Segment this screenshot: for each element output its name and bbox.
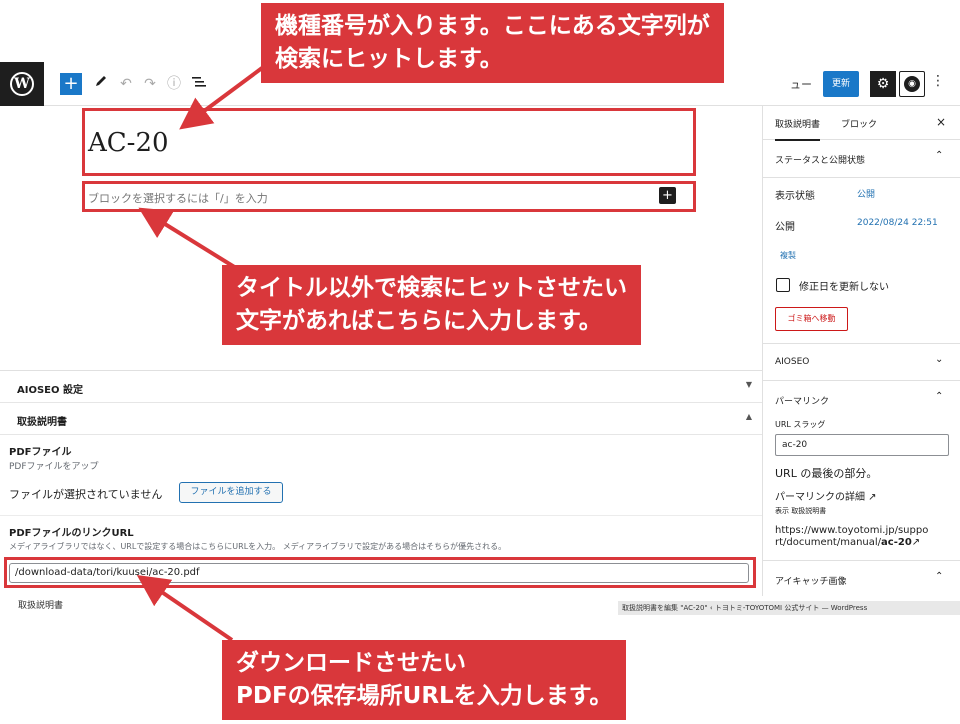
arrow-to-block — [138, 207, 238, 270]
no-file-selected-text: ファイルが選択されていません — [9, 488, 163, 501]
caret-down-icon[interactable]: ▼ — [746, 380, 752, 389]
aioseo-settings-title: AIOSEO 設定 — [17, 385, 83, 396]
settings-gear-icon[interactable]: ⚙ — [870, 71, 896, 97]
callout-text: 文字があればこちらに入力します。 — [236, 308, 602, 334]
add-file-button[interactable]: ファイルを追加する — [179, 482, 283, 503]
sidebar-tabs: 取扱説明書 ブロック × — [763, 106, 960, 141]
callout-url-note: ダウンロードさせたい PDFの保存場所URLを入力します。 — [222, 640, 627, 720]
no-update-date-checkbox[interactable] — [776, 278, 790, 292]
manual-panel-header[interactable]: 取扱説明書 ▲ — [0, 403, 762, 435]
permalink-section-header[interactable]: パーマリンク ⌃ — [763, 381, 960, 419]
block-inserter-toggle-button[interactable]: + — [60, 73, 82, 95]
pdf-file-label: PDFファイル — [9, 447, 72, 458]
preview-button[interactable]: ュー — [790, 76, 812, 92]
view-post-label: 表示 取扱説明書 — [775, 507, 827, 515]
publish-date-link[interactable]: 2022/08/24 22:51 — [857, 218, 938, 228]
permalink-detail-link[interactable]: パーマリンクの詳細 ↗ — [775, 488, 877, 503]
permalink-section-title: パーマリンク — [775, 397, 830, 407]
external-link-icon: ↗ — [911, 537, 921, 548]
wordpress-logo-button[interactable]: W — [0, 62, 44, 106]
list-view-icon[interactable] — [189, 74, 209, 94]
chevron-up-icon: ⌃ — [935, 571, 944, 582]
callout-block-note: タイトル以外で検索にヒットさせたい 文字があればこちらに入力します。 — [222, 265, 641, 345]
aioseo-button[interactable]: ◉ — [899, 71, 925, 97]
callout-text: ダウンロードさせたい — [236, 650, 466, 676]
more-options-icon[interactable]: ⋮ — [931, 73, 945, 89]
chevron-up-icon: ⌃ — [935, 391, 944, 402]
featured-image-section-header[interactable]: アイキャッチ画像 ⌃ — [763, 560, 960, 598]
move-to-trash-button[interactable]: ゴミ箱へ移動 — [775, 307, 848, 331]
url-slug-label: URL スラッグ — [775, 420, 826, 429]
aioseo-section-title: AIOSEO — [775, 357, 810, 367]
update-button[interactable]: 更新 — [823, 71, 859, 97]
chevron-up-icon: ⌃ — [935, 150, 944, 161]
footer-breadcrumb[interactable]: 取扱説明書 — [18, 598, 63, 611]
pdf-url-label: PDFファイルのリンクURL — [9, 528, 134, 539]
duplicate-link[interactable]: 複製 — [780, 250, 796, 261]
caret-up-icon[interactable]: ▲ — [746, 412, 752, 421]
info-icon[interactable]: ⓘ — [164, 74, 184, 94]
publish-label: 公開 — [775, 222, 795, 233]
callout-text: PDFの保存場所URLを入力します。 — [236, 683, 613, 709]
chevron-down-icon: ⌄ — [935, 354, 944, 365]
close-icon[interactable]: × — [936, 115, 946, 129]
aioseo-icon: ◉ — [904, 76, 920, 92]
status-visibility-title: ステータスと公開状態 — [775, 156, 866, 166]
visibility-value-link[interactable]: 公開 — [857, 187, 875, 200]
url-highlight-box — [4, 557, 756, 588]
aioseo-section-header[interactable]: AIOSEO ⌄ — [763, 343, 960, 381]
url-last-part-text: URL の最後の部分。 — [775, 467, 878, 480]
aioseo-settings-panel-header[interactable]: AIOSEO 設定 ▼ — [0, 371, 762, 403]
pencil-tools-icon[interactable] — [91, 74, 111, 94]
permalink-url-path: rt/document/manual/ — [775, 537, 882, 548]
manual-panel-title: 取扱説明書 — [17, 417, 67, 428]
permalink-url-line1[interactable]: https://www.toyotomi.jp/suppo — [775, 525, 928, 536]
callout-text: 検索にヒットします。 — [275, 46, 503, 72]
permalink-detail-label: パーマリンクの詳細 — [775, 492, 865, 503]
external-link-icon: ↗ — [865, 492, 877, 503]
tab-block[interactable]: ブロック — [841, 117, 877, 130]
visibility-label: 表示状態 — [775, 191, 815, 202]
pdf-url-description: メディアライブラリではなく、URLで設定する場合はこちらにURLを入力。 メディ… — [9, 542, 507, 551]
callout-text: タイトル以外で検索にヒットさせたい — [236, 275, 627, 301]
window-status-bar: 取扱説明書を編集 "AC-20" ‹ トヨトミ-TOYOTOMI 公式サイト —… — [618, 601, 960, 615]
title-highlight-box — [82, 108, 696, 176]
url-slug-input[interactable]: ac-20 — [775, 434, 949, 456]
block-highlight-box — [82, 181, 696, 212]
status-visibility-section-header[interactable]: ステータスと公開状態 ⌃ — [763, 140, 960, 178]
no-update-date-label: 修正日を更新しない — [799, 282, 889, 293]
pdf-file-description: PDFファイルをアップ — [9, 462, 99, 472]
callout-title-note: 機種番号が入ります。ここにある文字列が 検索にヒットします。 — [261, 3, 724, 83]
featured-image-title: アイキャッチ画像 — [775, 577, 847, 587]
undo-icon[interactable]: ↶ — [116, 74, 136, 94]
callout-text: 機種番号が入ります。ここにある文字列が — [275, 13, 710, 39]
settings-sidebar: 取扱説明書 ブロック × ステータスと公開状態 ⌃ 表示状態 公開 公開 202… — [762, 106, 960, 596]
permalink-url-line2[interactable]: rt/document/manual/ac-20↗ — [775, 537, 920, 548]
redo-icon[interactable]: ↷ — [140, 74, 160, 94]
permalink-url-slug: ac-20 — [881, 537, 912, 548]
wordpress-icon: W — [10, 72, 34, 96]
divider — [0, 515, 762, 516]
tab-document[interactable]: 取扱説明書 — [775, 117, 821, 141]
